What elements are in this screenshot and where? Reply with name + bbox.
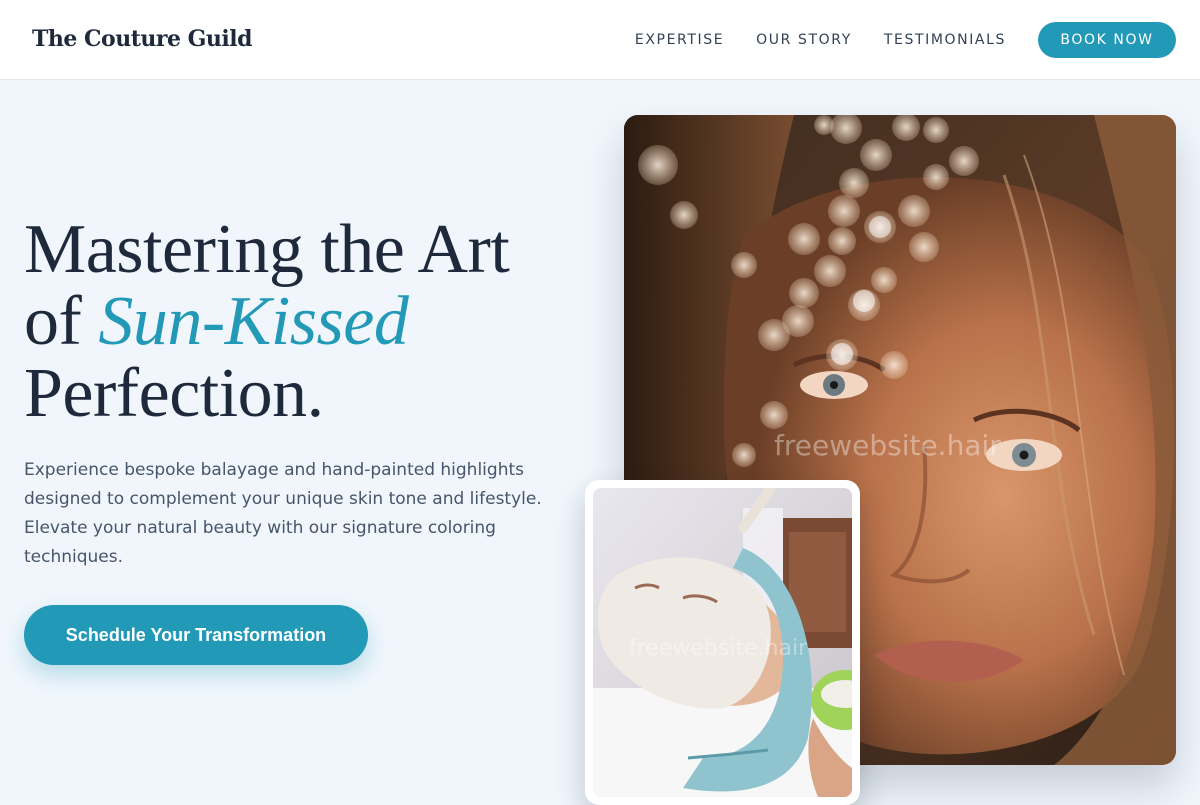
inset-image-frame: freewebsite.hair (593, 488, 852, 797)
hero-title-of: of (24, 283, 82, 360)
nav-link-expertise[interactable]: EXPERTISE (635, 22, 724, 58)
main-nav: EXPERTISE OUR STORY TESTIMONIALS BOOK NO… (635, 22, 1176, 58)
nav-link-testimonials[interactable]: TESTIMONIALS (884, 22, 1006, 58)
book-now-button[interactable]: BOOK NOW (1038, 22, 1176, 58)
nav-link-our-story[interactable]: OUR STORY (756, 22, 852, 58)
main-image-watermark: freewebsite.hair (774, 429, 1001, 462)
hero-title-accent: Sun-Kissed (98, 283, 409, 360)
inset-treatment-image: freewebsite.hair (585, 480, 860, 805)
hero-title-line-3: Perfection. (24, 355, 324, 432)
logo[interactable]: The Couture Guild (32, 26, 253, 52)
site-header: The Couture Guild EXPERTISE OUR STORY TE… (0, 0, 1200, 80)
hero-title: Mastering the Art of Sun-Kissed Perfecti… (24, 214, 584, 430)
schedule-transformation-button[interactable]: Schedule Your Transformation (24, 605, 368, 665)
hero-description: Experience bespoke balayage and hand-pai… (24, 460, 542, 567)
inset-image-watermark: freewebsite.hair (629, 636, 808, 661)
hero-title-line-1: Mastering the Art (24, 211, 510, 288)
